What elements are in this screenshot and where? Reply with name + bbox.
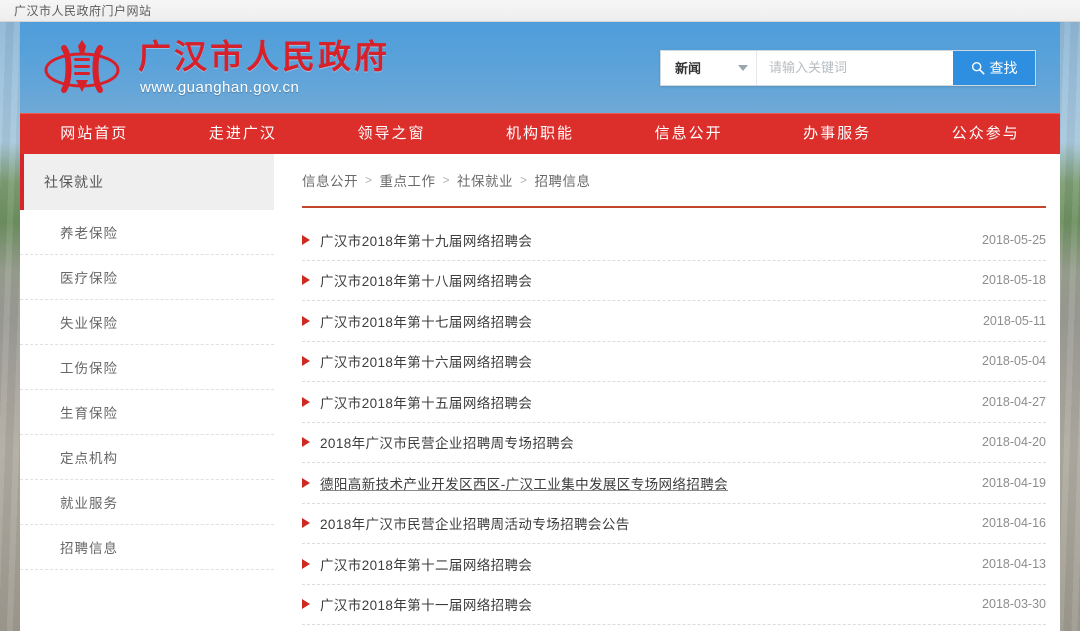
browser-title-bar: 广汉市人民政府门户网站 <box>0 0 1080 22</box>
list-item-title: 广汉市2018年第十一届网络招聘会 <box>320 594 966 614</box>
section-divider <box>302 206 1046 208</box>
content-body: 社保就业 养老保险 医疗保险 失业保险 工伤保险 生育保险 定点 <box>20 154 1060 631</box>
site-container: 广汉市人民政府 www.guanghan.gov.cn 新闻 <box>20 22 1060 631</box>
breadcrumb-item-1[interactable]: 信息公开 <box>302 170 358 190</box>
site-brand[interactable]: 广汉市人民政府 www.guanghan.gov.cn <box>38 36 390 100</box>
list-item-title: 广汉市2018年第十二届网络招聘会 <box>320 554 966 574</box>
nav-item-information-disclosure[interactable]: 信息公开 <box>614 114 763 154</box>
nav-item-home[interactable]: 网站首页 <box>20 114 169 154</box>
list-item[interactable]: 广汉市2018年第十六届网络招聘会 2018-05-04 <box>302 342 1046 383</box>
triangle-right-icon <box>302 518 310 528</box>
list-item[interactable]: 广汉市2018年第十一届网络招聘会 2018-03-30 <box>302 585 1046 626</box>
sidebar-item-label: 失业保险 <box>60 312 118 332</box>
list-item-date: 2018-05-11 <box>983 314 1046 328</box>
sidebar-item-recruitment-info[interactable]: 招聘信息 <box>20 525 274 570</box>
sidebar-item-maternity-insurance[interactable]: 生育保险 <box>20 390 274 435</box>
list-item[interactable]: 广汉市2018年第十九届网络招聘会 2018-05-25 <box>302 220 1046 261</box>
list-item[interactable]: 广汉市2018年第十八届网络招聘会 2018-05-18 <box>302 261 1046 302</box>
brand-title: 广汉市人民政府 <box>138 39 390 75</box>
triangle-right-icon <box>302 478 310 488</box>
list-item-date: 2018-04-27 <box>982 395 1046 409</box>
sidebar-item-label: 养老保险 <box>60 222 118 242</box>
triangle-right-icon <box>302 275 310 285</box>
chevron-down-icon <box>738 65 748 71</box>
breadcrumb-item-3[interactable]: 社保就业 <box>457 170 513 190</box>
list-item-title: 广汉市2018年第十六届网络招聘会 <box>320 351 966 371</box>
nav-item-services[interactable]: 办事服务 <box>763 114 912 154</box>
breadcrumb-item-4[interactable]: 招聘信息 <box>535 170 591 190</box>
list-item-date: 2018-05-18 <box>982 273 1046 287</box>
brand-text: 广汉市人民政府 www.guanghan.gov.cn <box>138 39 390 96</box>
sidebar-item-employment-services[interactable]: 就业服务 <box>20 480 274 525</box>
search-category-label: 新闻 <box>675 58 701 77</box>
sidebar-item-medical-insurance[interactable]: 医疗保险 <box>20 255 274 300</box>
sidebar-item-pension-insurance[interactable]: 养老保险 <box>20 210 274 255</box>
nav-item-organization[interactable]: 机构职能 <box>466 114 615 154</box>
list-item-title: 2018年广汉市民营企业招聘周专场招聘会 <box>320 432 966 452</box>
breadcrumb-item-2[interactable]: 重点工作 <box>380 170 436 190</box>
sidebar-item-designated-institutions[interactable]: 定点机构 <box>20 435 274 480</box>
breadcrumb-separator-icon: > <box>443 173 451 187</box>
search-box[interactable]: 新闻 查找 <box>660 50 1036 86</box>
search-input[interactable] <box>757 51 953 85</box>
list-item[interactable]: 德阳高新技术产业开发区西区-广汉工业集中发展区专场网络招聘会 2018-04-1… <box>302 463 1046 504</box>
news-list: 广汉市2018年第十九届网络招聘会 2018-05-25 广汉市2018年第十八… <box>302 220 1046 625</box>
sidebar-item-label: 工伤保险 <box>60 357 118 377</box>
triangle-right-icon <box>302 559 310 569</box>
search-button[interactable]: 查找 <box>953 51 1035 85</box>
search-button-label: 查找 <box>990 58 1018 78</box>
breadcrumb-separator-icon: > <box>520 173 528 187</box>
list-item-date: 2018-04-20 <box>982 435 1046 449</box>
triangle-right-icon <box>302 599 310 609</box>
breadcrumb-separator-icon: > <box>365 173 373 187</box>
search-category-select[interactable]: 新闻 <box>661 51 757 85</box>
nav-item-about[interactable]: 走进广汉 <box>169 114 318 154</box>
breadcrumb: 信息公开 > 重点工作 > 社保就业 > 招聘信息 <box>302 154 1046 206</box>
list-item-date: 2018-05-04 <box>982 354 1046 368</box>
list-item[interactable]: 广汉市2018年第十七届网络招聘会 2018-05-11 <box>302 301 1046 342</box>
list-item-title: 广汉市2018年第十五届网络招聘会 <box>320 392 966 412</box>
list-item-date: 2018-04-19 <box>982 476 1046 490</box>
sidebar-item-label: 生育保险 <box>60 402 118 422</box>
list-item[interactable]: 广汉市2018年第十二届网络招聘会 2018-04-13 <box>302 544 1046 585</box>
sidebar-item-work-injury-insurance[interactable]: 工伤保险 <box>20 345 274 390</box>
brand-url: www.guanghan.gov.cn <box>140 79 390 96</box>
list-item-date: 2018-04-13 <box>982 557 1046 571</box>
sidebar: 社保就业 养老保险 医疗保险 失业保险 工伤保险 生育保险 定点 <box>20 154 274 631</box>
list-item-title: 德阳高新技术产业开发区西区-广汉工业集中发展区专场网络招聘会 <box>320 473 966 493</box>
list-item[interactable]: 2018年广汉市民营企业招聘周专场招聘会 2018-04-20 <box>302 423 1046 464</box>
sidebar-item-unemployment-insurance[interactable]: 失业保险 <box>20 300 274 345</box>
list-item-title: 广汉市2018年第十八届网络招聘会 <box>320 270 966 290</box>
list-item-title: 2018年广汉市民营企业招聘周活动专场招聘会公告 <box>320 513 966 533</box>
list-item-date: 2018-03-30 <box>982 597 1046 611</box>
main-panel: 信息公开 > 重点工作 > 社保就业 > 招聘信息 广汉市2018年第十九届网络… <box>274 154 1060 631</box>
main-navigation: 网站首页 走进广汉 领导之窗 机构职能 信息公开 办事服务 公众参与 <box>20 113 1060 154</box>
list-item[interactable]: 广汉市2018年第十五届网络招聘会 2018-04-27 <box>302 382 1046 423</box>
sidebar-item-label: 医疗保险 <box>60 267 118 287</box>
list-item-title: 广汉市2018年第十七届网络招聘会 <box>320 311 967 331</box>
sidebar-header-label: 社保就业 <box>44 172 104 192</box>
triangle-right-icon <box>302 397 310 407</box>
sidebar-item-label: 就业服务 <box>60 492 118 512</box>
list-item-date: 2018-04-16 <box>982 516 1046 530</box>
nav-item-leadership[interactable]: 领导之窗 <box>317 114 466 154</box>
triangle-right-icon <box>302 235 310 245</box>
nav-item-public-participation[interactable]: 公众参与 <box>911 114 1060 154</box>
page-canvas: 广汉市人民政府 www.guanghan.gov.cn 新闻 <box>0 22 1080 631</box>
list-item[interactable]: 2018年广汉市民营企业招聘周活动专场招聘会公告 2018-04-16 <box>302 504 1046 545</box>
triangle-right-icon <box>302 316 310 326</box>
window-title: 广汉市人民政府门户网站 <box>14 2 152 19</box>
site-header: 广汉市人民政府 www.guanghan.gov.cn 新闻 <box>20 22 1060 113</box>
triangle-right-icon <box>302 437 310 447</box>
list-item-title: 广汉市2018年第十九届网络招聘会 <box>320 230 966 250</box>
search-icon <box>971 61 985 75</box>
sidebar-header: 社保就业 <box>20 154 274 210</box>
guanghan-government-emblem-icon <box>38 36 126 100</box>
list-item-date: 2018-05-25 <box>982 233 1046 247</box>
sidebar-item-label: 招聘信息 <box>60 537 118 557</box>
triangle-right-icon <box>302 356 310 366</box>
sidebar-item-label: 定点机构 <box>60 447 118 467</box>
